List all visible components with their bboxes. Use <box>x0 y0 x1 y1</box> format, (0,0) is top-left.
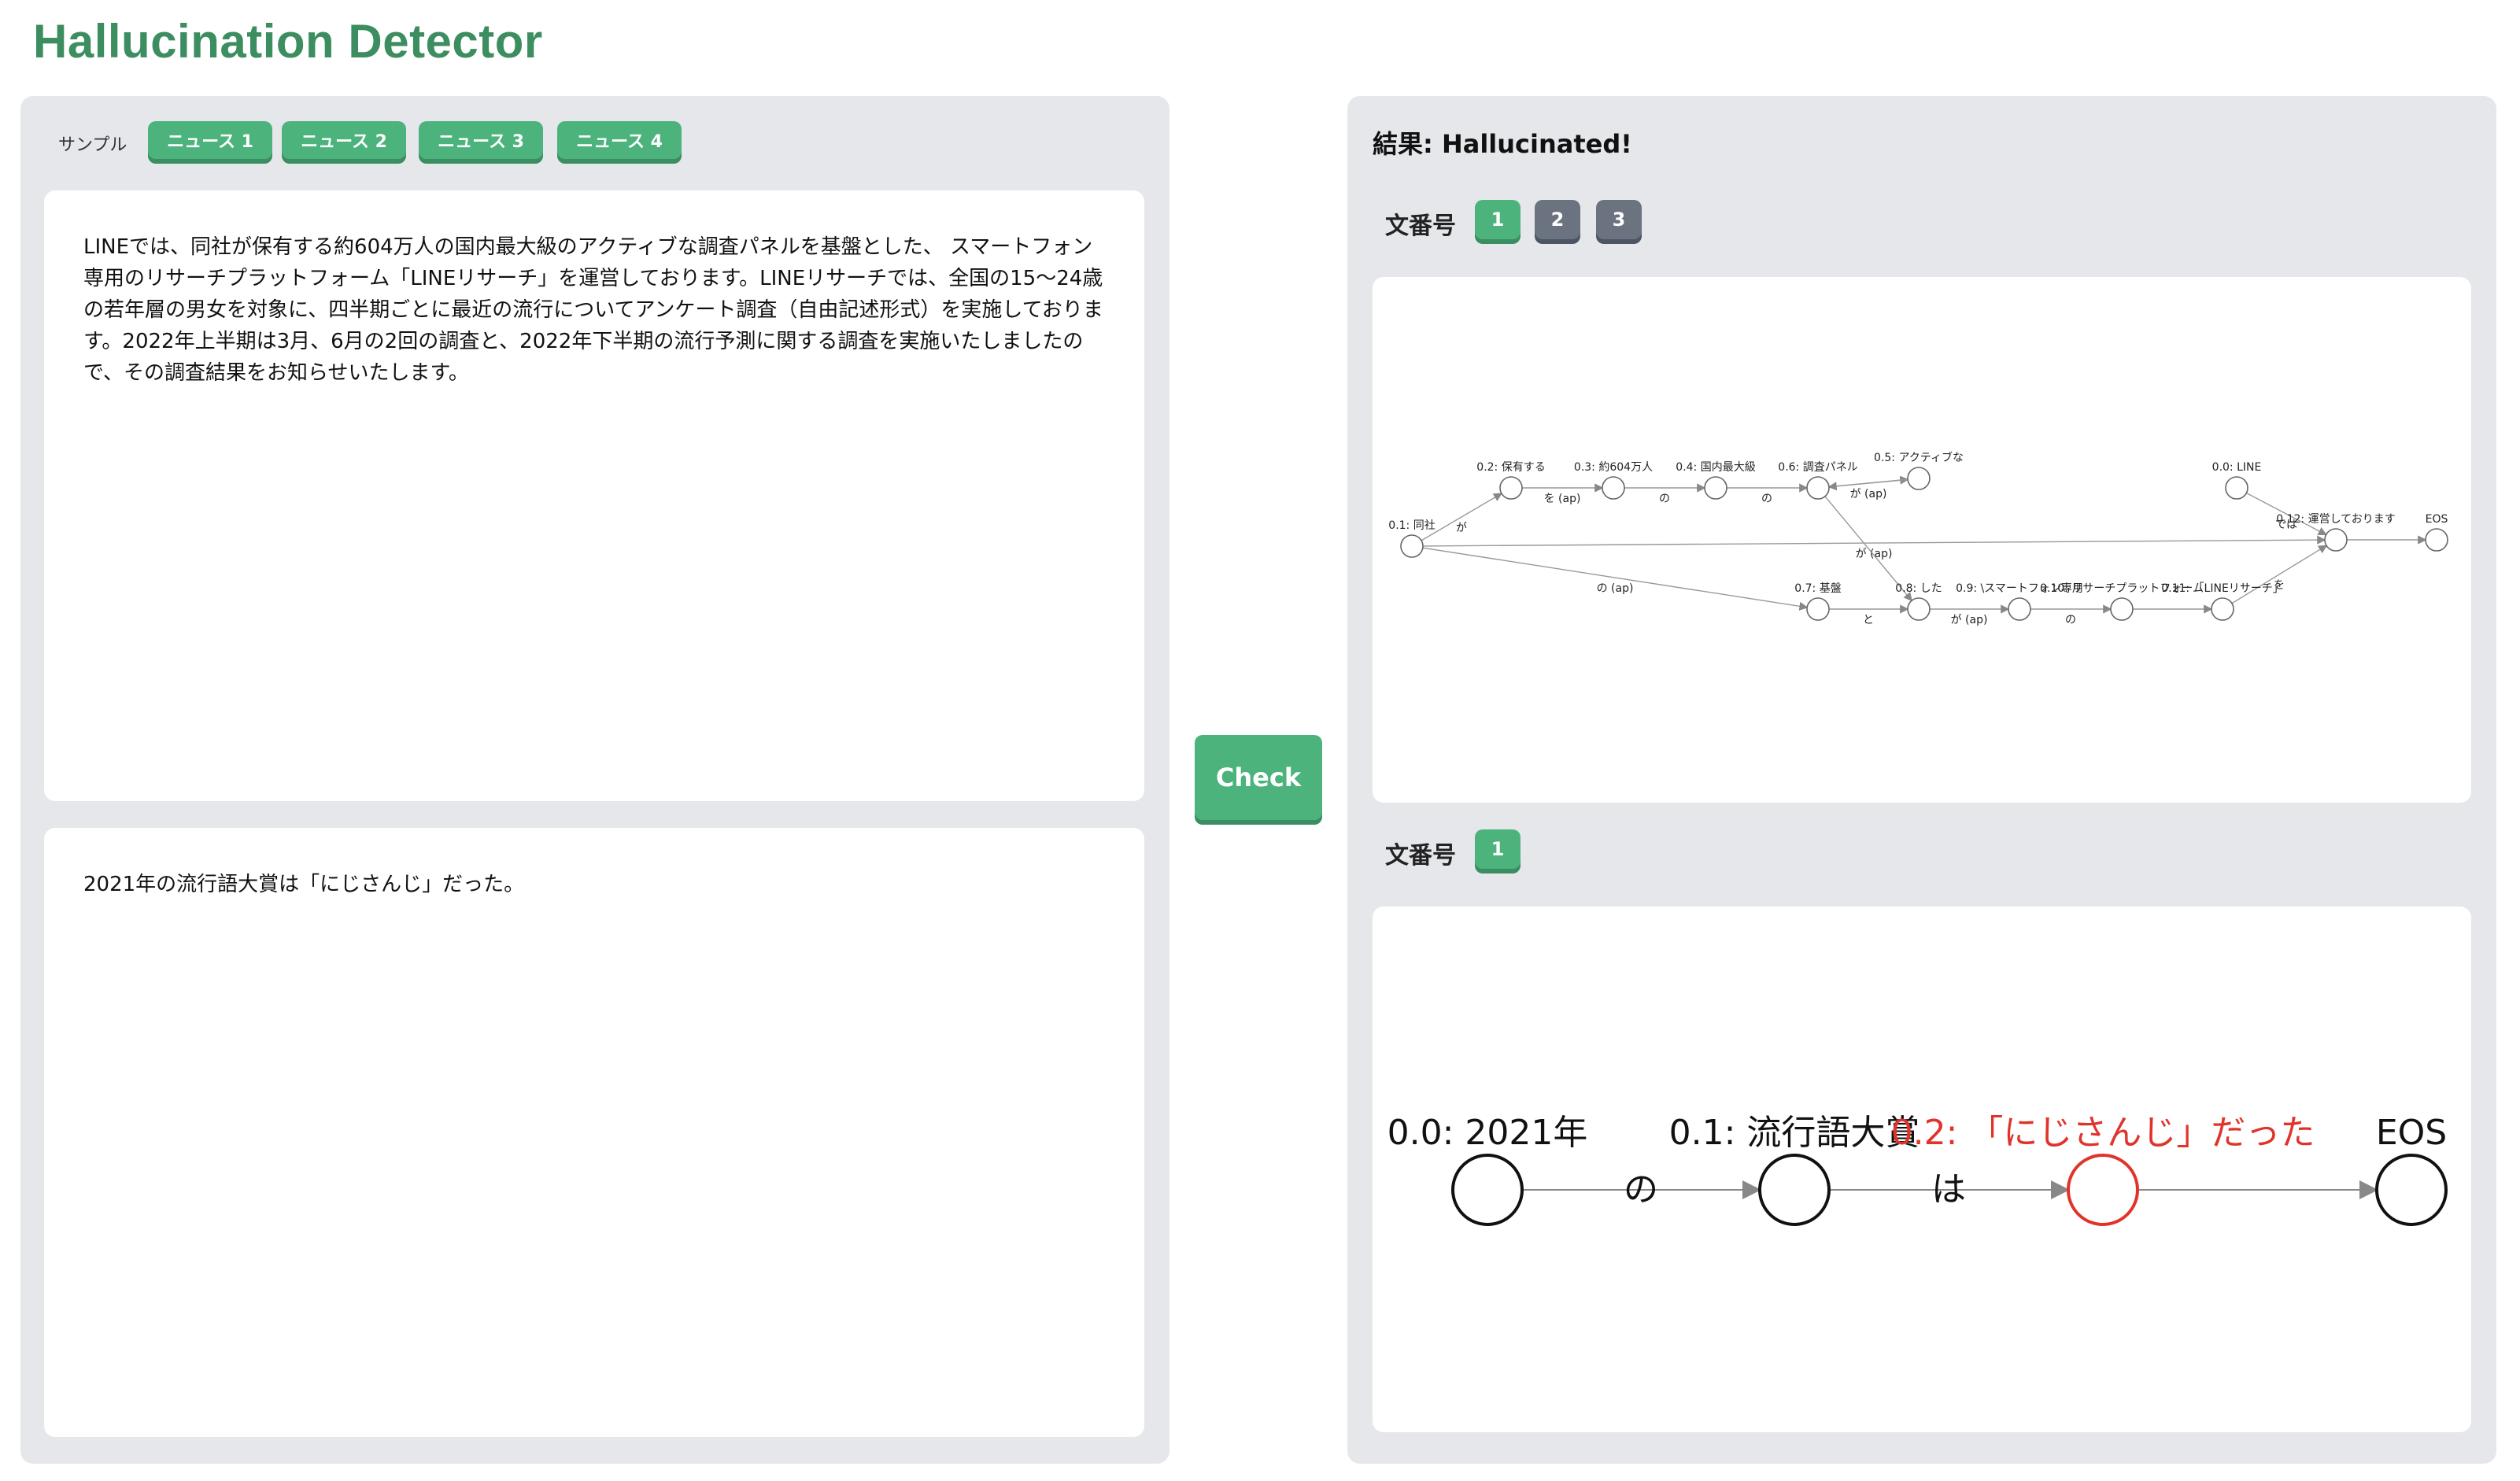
graph-node <box>1806 597 1830 621</box>
edge-label: が <box>1456 522 1467 534</box>
edge-label: を (ap) <box>1544 493 1581 505</box>
node-label: 0.1: 同社 <box>1388 519 1435 532</box>
source-text: LINEでは、同社が保有する約604万人の国内最大級のアクティブな調査パネルを基… <box>83 235 1103 385</box>
edge-label: が (ap) <box>1951 614 1988 626</box>
source-graph-card: がを (ap) ののが (ap) が (ap) ではの (ap) とが (ap) のを 0.… <box>1373 277 2471 803</box>
edge-label: の <box>1624 1169 1658 1210</box>
source-dependency-graph: がを (ap) ののが (ap)が (ap)ではの (ap)とが (ap) のを0.… <box>1388 451 2448 626</box>
graph-node <box>1907 467 1931 490</box>
edge-label: の <box>1761 493 1772 505</box>
graph-node <box>1602 476 1625 500</box>
graph-node <box>2008 597 2031 621</box>
graph-node <box>1758 1154 1831 1226</box>
node-label: 0.11: 「LINEリサーチ」 <box>2161 582 2284 595</box>
claim-sentence-1-button[interactable]: 1 <box>1475 829 1520 869</box>
edge-label: の <box>1659 493 1670 505</box>
sample-label: サンプル <box>58 135 127 155</box>
edge-label: の <box>2065 614 2076 626</box>
graph-edge <box>1422 547 1809 611</box>
graph-node <box>2211 597 2234 621</box>
node-label: 0.2: 保有する <box>1476 461 1545 474</box>
node-label: EOS <box>2376 1113 2447 1153</box>
sample-news-1-button[interactable]: ニュース 1 <box>148 121 272 159</box>
hallucinated-node <box>2067 1154 2139 1226</box>
sample-news-2-button[interactable]: ニュース 2 <box>282 121 406 159</box>
node-label: 0.3: 約604万人 <box>1574 461 1653 474</box>
node-label: 0.1: 流行語大賞 <box>1669 1113 1920 1153</box>
node-label: 0.5: アクティブな <box>1874 451 1964 464</box>
node-label: 0.12: 運営しております <box>2276 513 2396 526</box>
sample-news-4-button[interactable]: ニュース 4 <box>557 121 682 159</box>
graph-node <box>2425 528 2448 552</box>
source-sentence-1-button[interactable]: 1 <box>1475 200 1520 239</box>
result-label: 結果: Hallucinated! <box>1373 129 1632 159</box>
graph-node <box>2225 476 2248 500</box>
claim-text-area[interactable]: 2021年の流行語大賞は「にじさんじ」だった。 <box>44 828 1144 1437</box>
node-label: 0.8: した <box>1895 582 1942 595</box>
graph-edge <box>1422 535 2326 547</box>
claim-sentence-label: 文番号 <box>1385 842 1456 870</box>
graph-node <box>1907 597 1931 621</box>
graph-node <box>1499 476 1523 500</box>
edge-label: が (ap) <box>1850 488 1887 500</box>
claim-text: 2021年の流行語大賞は「にじさんじ」だった。 <box>83 873 525 896</box>
edge-label: と <box>1863 614 1874 626</box>
node-label: 0.7: 基盤 <box>1794 582 1841 595</box>
node-label: 0.0: 2021年 <box>1387 1113 1588 1153</box>
source-text-area[interactable]: LINEでは、同社が保有する約604万人の国内最大級のアクティブな調査パネルを基… <box>44 190 1144 801</box>
edge-label: の (ap) <box>1597 582 1634 595</box>
source-sentence-3-button[interactable]: 3 <box>1596 200 1642 239</box>
graph-node <box>1451 1154 1524 1226</box>
sample-news-3-button[interactable]: ニュース 3 <box>419 121 543 159</box>
graph-node <box>2110 597 2134 621</box>
check-button[interactable]: Check <box>1195 735 1322 820</box>
claim-graph-card: の は 0.0: 2021年 0.1: 流行語大賞 0.2: 「にじさんじ」だった EOS <box>1373 907 2471 1432</box>
edge-label: は <box>1931 1169 1966 1210</box>
source-sentence-label: 文番号 <box>1385 212 1456 240</box>
node-label: 0.2: 「にじさんじ」だった <box>1891 1113 2315 1153</box>
edge-label: が (ap) <box>1856 548 1893 560</box>
app-title: Hallucination Detector <box>33 15 543 68</box>
source-sentence-2-button[interactable]: 2 <box>1535 200 1580 239</box>
node-label: 0.4: 国内最大級 <box>1676 461 1755 474</box>
node-label: EOS <box>2426 513 2448 526</box>
graph-edge <box>1827 478 1908 491</box>
graph-node <box>1704 476 1727 500</box>
claim-dependency-graph: の は 0.0: 2021年 0.1: 流行語大賞0.2: 「にじさんじ」だった EOS <box>1387 1113 2448 1226</box>
graph-node <box>2375 1154 2448 1226</box>
graph-node <box>2324 528 2348 552</box>
graph-node <box>1400 534 1424 558</box>
node-label: 0.0: LINE <box>2212 461 2262 474</box>
node-label: 0.6: 調査パネル <box>1778 461 1857 474</box>
graph-node <box>1806 476 1830 500</box>
